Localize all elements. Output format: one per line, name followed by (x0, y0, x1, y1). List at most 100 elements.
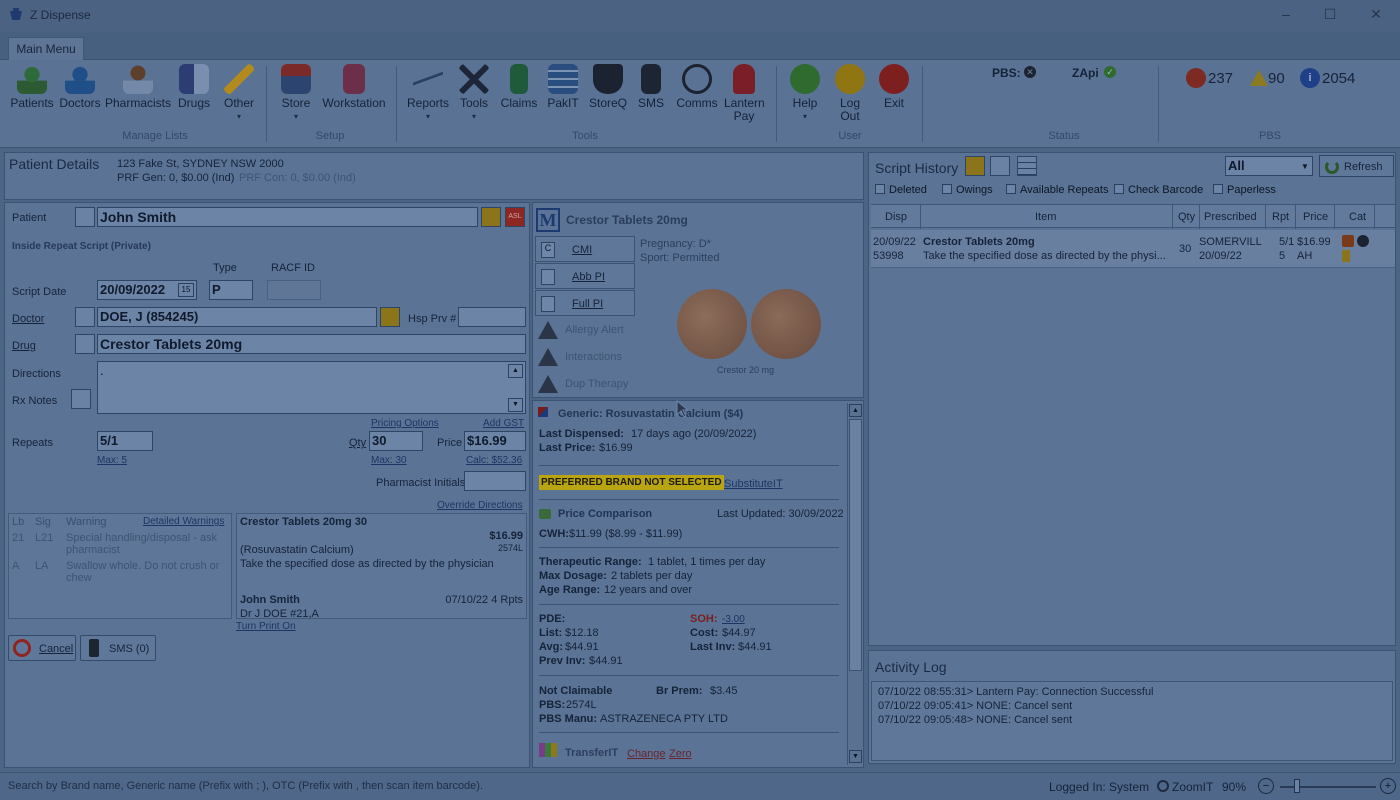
owings-checkbox[interactable]: Owings (942, 184, 993, 196)
directions-scroll-down[interactable]: ▼ (508, 398, 523, 412)
minimize-button[interactable]: – (1272, 6, 1300, 26)
zoom-in-button[interactable]: + (1380, 778, 1396, 794)
drug-label[interactable]: Drug (12, 340, 36, 352)
asl-icon[interactable]: ASL (505, 207, 525, 227)
close-window-button[interactable]: ✕ (1362, 6, 1390, 26)
group-status: Status (1048, 130, 1080, 142)
detailed-warnings-link[interactable]: Detailed Warnings (143, 516, 224, 527)
price-field[interactable]: $16.99 (464, 431, 526, 451)
cmi-button[interactable]: C CMI (535, 236, 635, 262)
hsp-prv-label: Hsp Prv # (408, 313, 457, 325)
doctor-label[interactable]: Doctor (12, 313, 44, 325)
dup-therapy-button[interactable]: Dup Therapy (535, 371, 635, 397)
sms-ribbon-button[interactable]: SMS (634, 64, 668, 110)
lantern-pay-button[interactable]: Lantern Pay (720, 64, 768, 123)
pharmacists-button[interactable]: Pharmacists (104, 64, 172, 110)
full-pi-button[interactable]: Full PI (535, 290, 635, 316)
tools-button[interactable]: Tools ▾ (454, 64, 494, 123)
pharmacist-initials-field[interactable] (464, 471, 526, 491)
patient-alert-icon[interactable] (481, 207, 501, 227)
soh-value[interactable]: -3.00 (722, 614, 745, 625)
scroll-down-icon[interactable]: ▼ (849, 750, 862, 763)
substituteit-link[interactable]: SubstituteIT (724, 478, 783, 490)
storeq-button[interactable]: StoreQ (584, 64, 632, 110)
patient-field[interactable]: John Smith (97, 207, 478, 227)
max-qty-link[interactable]: Max: 30 (371, 455, 407, 466)
col-disp[interactable]: Disp (885, 211, 907, 223)
repeats-field[interactable]: 5/1 (97, 431, 153, 451)
zero-link[interactable]: Zero (669, 748, 692, 760)
hsp-prv-field[interactable] (458, 307, 526, 327)
change-link[interactable]: Change (627, 748, 666, 760)
pricing-options-link[interactable]: Pricing Options (371, 418, 439, 429)
history-filter-select[interactable]: All (1225, 156, 1313, 176)
abb-pi-button[interactable]: Abb PI (535, 263, 635, 289)
cancel-button[interactable]: Cancel (8, 635, 76, 661)
patients-button[interactable]: Patients (8, 64, 56, 110)
exit-button[interactable]: Exit (874, 64, 914, 110)
directions-scroll-up[interactable]: ▲ (508, 364, 523, 378)
qty-field[interactable]: 30 (369, 431, 423, 451)
doctor-lookup-icon[interactable] (75, 307, 95, 327)
last-inv-label: Last Inv: (690, 641, 736, 653)
refresh-button[interactable]: Refresh (1319, 155, 1394, 177)
store-button[interactable]: Store ▾ (272, 64, 320, 123)
logged-in: Logged In: System (1049, 780, 1150, 794)
price-comparison-icon (539, 509, 551, 519)
deleted-label: Deleted (889, 184, 927, 196)
doctor-alert-icon[interactable] (380, 307, 400, 327)
drug-details-scrollbar[interactable]: ▲ ▼ (847, 403, 863, 765)
col-rpt[interactable]: Rpt (1272, 211, 1289, 223)
col-cat[interactable]: Cat (1349, 211, 1366, 223)
logout-button[interactable]: Log Out (830, 64, 870, 123)
doctor-field[interactable]: DOE, J (854245) (97, 307, 377, 327)
sms-button[interactable]: SMS (0) (80, 635, 156, 661)
scroll-thumb[interactable] (849, 419, 862, 671)
interactions-button[interactable]: Interactions (535, 344, 635, 370)
add-gst-link[interactable]: Add GST (483, 418, 524, 429)
max-repeats-link[interactable]: Max: 5 (97, 455, 127, 466)
check-barcode-checkbox[interactable]: Check Barcode (1114, 184, 1203, 196)
history-view-icon[interactable] (965, 156, 985, 176)
col-item[interactable]: Item (1035, 211, 1056, 223)
label-price: $16.99 (489, 530, 523, 542)
zoom-out-button[interactable]: − (1258, 778, 1274, 794)
racf-field[interactable] (267, 280, 321, 300)
turn-print-on-link[interactable]: Turn Print On (236, 621, 296, 632)
calc-link[interactable]: Calc: $52.36 (466, 455, 522, 466)
other-button[interactable]: Other ▾ (218, 64, 260, 123)
claims-button[interactable]: Claims (498, 64, 540, 110)
col-prescribed[interactable]: Prescribed (1204, 211, 1257, 223)
drugs-button[interactable]: Drugs (174, 64, 214, 110)
table-row[interactable]: 20/09/22 53998 Crestor Tablets 20mg Take… (871, 230, 1395, 268)
directions-field[interactable]: . (97, 361, 526, 414)
patient-lookup-icon[interactable] (75, 207, 95, 227)
workstation-button[interactable]: Workstation (320, 64, 388, 110)
tab-main-menu[interactable]: Main Menu (8, 37, 84, 60)
drug-lookup-icon[interactable] (75, 334, 95, 354)
comms-button[interactable]: Comms (672, 64, 722, 110)
paperless-checkbox[interactable]: Paperless (1213, 184, 1276, 196)
history-filter-icon[interactable] (990, 156, 1010, 176)
deleted-checkbox[interactable]: Deleted (875, 184, 927, 196)
ribbon: Patients Doctors Pharmacists Drugs Other… (0, 60, 1400, 148)
allergy-alert-button[interactable]: Allergy Alert (535, 317, 635, 343)
cancel-label: Cancel (39, 643, 74, 655)
scroll-up-icon[interactable]: ▲ (849, 404, 862, 417)
maximize-button[interactable]: ☐ (1316, 6, 1344, 26)
zoom-slider-thumb[interactable] (1294, 779, 1300, 793)
rx-notes-icon[interactable] (71, 389, 91, 409)
reports-button[interactable]: Reports ▾ (402, 64, 454, 123)
label-generic: (Rosuvastatin Calcium) (240, 544, 354, 556)
history-grid-icon[interactable] (1017, 156, 1037, 176)
available-repeats-checkbox[interactable]: Available Repeats (1006, 184, 1108, 196)
col-price[interactable]: Price (1303, 211, 1328, 223)
doctors-button[interactable]: Doctors (56, 64, 104, 110)
calendar-icon[interactable]: 15 (178, 283, 194, 297)
col-qty[interactable]: Qty (1178, 211, 1195, 223)
drug-field[interactable]: Crestor Tablets 20mg (97, 334, 526, 354)
override-directions-link[interactable]: Override Directions (437, 500, 523, 511)
type-field[interactable]: P (209, 280, 253, 300)
pakit-button[interactable]: PakIT (544, 64, 582, 110)
help-button[interactable]: Help ▾ (784, 64, 826, 123)
